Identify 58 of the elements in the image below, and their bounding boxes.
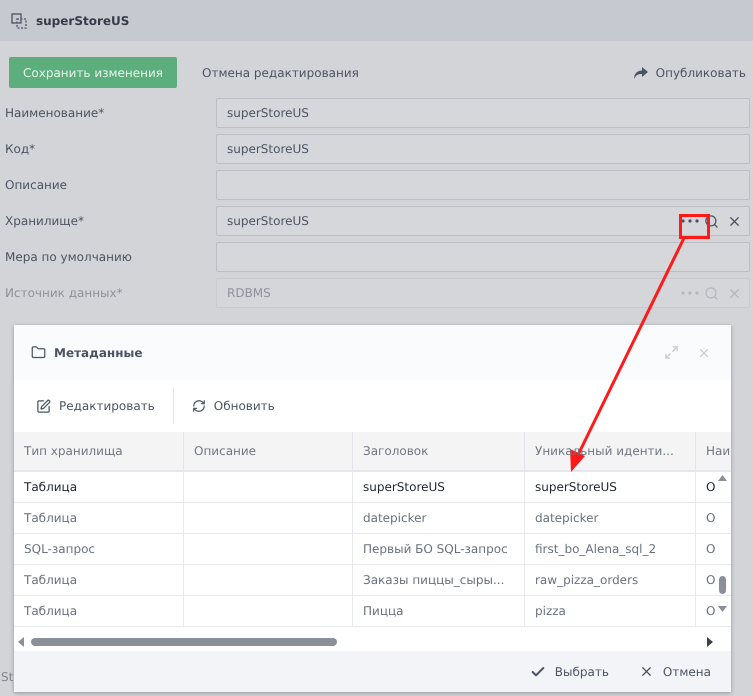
publish-button[interactable]: Опубликовать <box>656 64 746 82</box>
table-cell-text: datepicker <box>363 510 426 527</box>
app-title: superStoreUS <box>36 12 130 30</box>
cancel-edit-button[interactable]: Отмена редактирования <box>202 64 359 82</box>
search-icon[interactable] <box>704 214 719 228</box>
field-label: Источник данных* <box>4 285 124 302</box>
table-cell-text: Таблица <box>24 510 78 527</box>
folder-icon <box>31 345 46 360</box>
more-icon[interactable] <box>681 219 699 223</box>
dialog-title: Метаданные <box>54 344 144 362</box>
refresh-button[interactable]: Обновить <box>190 397 277 415</box>
table-cell-text: О <box>706 603 716 620</box>
table-row[interactable]: Таблица Пицца pizza О <box>14 596 731 627</box>
input-field[interactable] <box>216 242 750 272</box>
table-cell-text: SQL-запрос <box>24 541 96 558</box>
field-label: Код* <box>4 141 36 158</box>
lookup-field[interactable]: superStoreUS <box>216 206 750 236</box>
share-icon <box>632 66 649 80</box>
highlight-frame <box>679 214 710 239</box>
status-text: St <box>1 669 14 686</box>
cube-icon <box>10 12 28 30</box>
table-cell-text: О <box>706 572 716 589</box>
table-cell-text: Заказы пиццы_сыры... <box>363 572 504 589</box>
expand-icon[interactable] <box>664 345 679 360</box>
refresh-icon <box>192 399 206 413</box>
table-row[interactable]: Таблица Заказы пиццы_сыры... raw_pizza_orders О <box>14 565 731 596</box>
table-row[interactable]: SQL-запрос Первый БО SQL-запрос first_bo_Alena_sql_2 О <box>14 534 731 565</box>
input-field[interactable] <box>216 170 750 200</box>
table-cell-text: Таблица <box>24 603 78 620</box>
input-field[interactable]: superStoreUS <box>216 134 750 164</box>
table-cell-text: Таблица <box>24 572 78 589</box>
field-label: Описание <box>4 177 68 194</box>
input-field[interactable]: superStoreUS <box>216 98 750 128</box>
table-cell-text: О <box>706 479 716 496</box>
table-cell-text: pizza <box>535 603 566 620</box>
table-cell-text: datepicker <box>535 510 598 527</box>
field-label: Хранилище* <box>4 213 85 230</box>
table-cell-text: superStoreUS <box>363 479 445 496</box>
table-cell-text: Пицца <box>363 603 404 620</box>
column-header[interactable]: Заголовок <box>353 432 525 470</box>
table-cell-text: О <box>706 541 716 558</box>
cancel-button[interactable]: Отмена <box>638 662 711 680</box>
field-label: Мера по умолчанию <box>4 249 133 266</box>
field-label: Наименование* <box>4 105 106 122</box>
table-cell-text: Таблица <box>24 479 78 496</box>
column-header[interactable]: Тип хранилища <box>14 432 184 470</box>
table-cell-text: Первый БО SQL-запрос <box>363 541 508 558</box>
table-cell-text: superStoreUS <box>535 479 617 496</box>
select-button[interactable]: Выбрать <box>530 662 609 680</box>
column-header[interactable]: Наи <box>696 432 731 470</box>
edit-button[interactable]: Редактировать <box>34 397 157 415</box>
table-cell-text: first_bo_Alena_sql_2 <box>535 541 656 558</box>
table-row[interactable]: Таблица superStoreUS superStoreUS О <box>14 472 731 503</box>
column-header[interactable]: Описание <box>184 432 353 470</box>
table-row[interactable]: Таблица datepicker datepicker О <box>14 503 731 534</box>
edit-icon <box>36 398 51 414</box>
table-cell-text: raw_pizza_orders <box>535 572 638 589</box>
table-cell-text: О <box>706 510 716 527</box>
